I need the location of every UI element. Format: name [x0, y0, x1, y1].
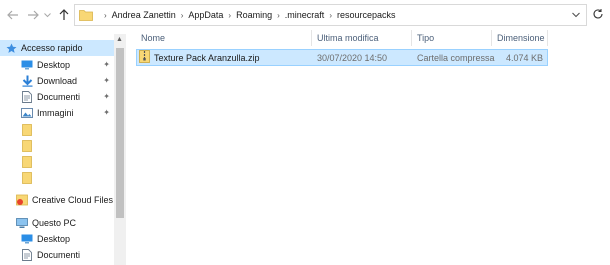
address-bar[interactable]: › Andrea Zanettin › AppData › Roaming › …: [74, 4, 587, 26]
breadcrumb-minecraft[interactable]: .minecraft: [285, 10, 325, 20]
file-type: Cartella compressa: [417, 52, 495, 63]
pin-icon[interactable]: ✦: [103, 108, 110, 117]
chevron-right-icon: ›: [104, 10, 107, 20]
sidebar-item-label: Desktop: [37, 234, 71, 244]
sidebar-item-label: Accesso rapido: [21, 43, 83, 53]
folder-icon: [79, 10, 93, 21]
refresh-icon: [593, 9, 603, 19]
documents-icon: [21, 91, 33, 103]
download-icon: [21, 75, 33, 87]
sidebar-item-label: Documenti: [37, 250, 81, 260]
sidebar-item-creative-cloud[interactable]: Creative Cloud Files: [0, 192, 114, 208]
column-header-size[interactable]: Dimensione: [492, 30, 548, 46]
chevron-right-icon[interactable]: ›: [181, 11, 184, 20]
sidebar-item-documents-pc[interactable]: Documenti: [0, 247, 114, 263]
navigation-bar: › Andrea Zanettin › AppData › Roaming › …: [0, 0, 610, 30]
breadcrumb: › Andrea Zanettin › AppData › Roaming › …: [99, 5, 396, 25]
sidebar-item-label: Questo PC: [32, 218, 77, 228]
chevron-right-icon[interactable]: ›: [228, 11, 231, 20]
sidebar-item-label: Immagini: [37, 108, 74, 118]
arrow-left-icon: [7, 10, 18, 20]
file-row[interactable]: Texture Pack Aranzulla.zip 30/07/2020 14…: [136, 49, 548, 66]
pin-icon[interactable]: ✦: [103, 76, 110, 85]
sidebar-item-desktop-pc[interactable]: Desktop: [0, 231, 114, 247]
sidebar-item-desktop[interactable]: Desktop ✦: [0, 57, 114, 73]
file-modified: 30/07/2020 14:50: [317, 52, 388, 63]
sidebar-item-label: Creative Cloud Files: [32, 195, 114, 205]
refresh-button[interactable]: [592, 8, 604, 23]
pictures-icon: [21, 107, 33, 119]
back-button[interactable]: [6, 7, 20, 23]
chevron-right-icon[interactable]: ›: [277, 11, 280, 20]
creative-cloud-icon: [16, 194, 28, 206]
sidebar-item-folder[interactable]: [0, 122, 114, 138]
file-list: Nome Ultima modifica Tipo Dimensione Tex…: [126, 30, 610, 265]
sidebar-scrollbar[interactable]: ▲: [114, 34, 126, 265]
sidebar-item-folder[interactable]: [0, 154, 114, 170]
column-header-name[interactable]: Nome: [136, 30, 312, 46]
folder-icon: [21, 172, 33, 184]
zip-folder-icon: [139, 50, 150, 65]
navigation-pane: Accesso rapido Desktop ✦ Download ✦ Docu…: [0, 30, 126, 265]
desktop-icon: [21, 59, 33, 71]
sidebar-item-label: Documenti: [37, 92, 81, 102]
breadcrumb-user[interactable]: Andrea Zanettin: [112, 10, 176, 20]
chevron-down-icon: [572, 12, 580, 18]
column-header-modified[interactable]: Ultima modifica: [312, 30, 412, 46]
chevron-right-icon[interactable]: ›: [329, 11, 332, 20]
breadcrumb-resourcepacks[interactable]: resourcepacks: [337, 10, 396, 20]
address-history-button[interactable]: [572, 10, 580, 20]
chevron-down-icon: [43, 12, 51, 17]
file-name-cell: Texture Pack Aranzulla.zip: [139, 50, 260, 65]
sidebar-item-pictures[interactable]: Immagini ✦: [0, 105, 114, 121]
folder-icon: [21, 124, 33, 136]
sidebar-item-folder[interactable]: [0, 138, 114, 154]
folder-icon: [21, 156, 33, 168]
arrow-up-icon: [59, 9, 69, 20]
forward-button[interactable]: [26, 7, 40, 23]
documents-icon: [21, 249, 33, 261]
column-header-type[interactable]: Tipo: [412, 30, 492, 46]
sidebar-item-label: Download: [37, 76, 78, 86]
star-icon: [5, 42, 17, 54]
sidebar-item-download[interactable]: Download ✦: [0, 73, 114, 89]
sidebar-item-documents[interactable]: Documenti ✦: [0, 89, 114, 105]
breadcrumb-roaming[interactable]: Roaming: [236, 10, 272, 20]
pin-icon[interactable]: ✦: [103, 60, 110, 69]
scrollbar-thumb[interactable]: [116, 48, 124, 218]
computer-icon: [16, 217, 28, 229]
file-size: 4.074 KB: [505, 52, 543, 63]
sidebar-item-label: Desktop: [37, 60, 71, 70]
scroll-up-icon[interactable]: ▲: [116, 36, 123, 43]
desktop-icon: [21, 233, 33, 245]
sidebar-item-this-pc[interactable]: Questo PC: [0, 215, 114, 231]
recent-locations-button[interactable]: [42, 7, 52, 23]
folder-icon: [21, 140, 33, 152]
arrow-right-icon: [28, 10, 39, 20]
sidebar-item-folder[interactable]: [0, 170, 114, 186]
breadcrumb-appdata[interactable]: AppData: [188, 10, 223, 20]
file-name: Texture Pack Aranzulla.zip: [154, 52, 260, 63]
up-button[interactable]: [57, 7, 71, 23]
sidebar-item-quick-access[interactable]: Accesso rapido: [0, 40, 114, 56]
pin-icon[interactable]: ✦: [103, 92, 110, 101]
